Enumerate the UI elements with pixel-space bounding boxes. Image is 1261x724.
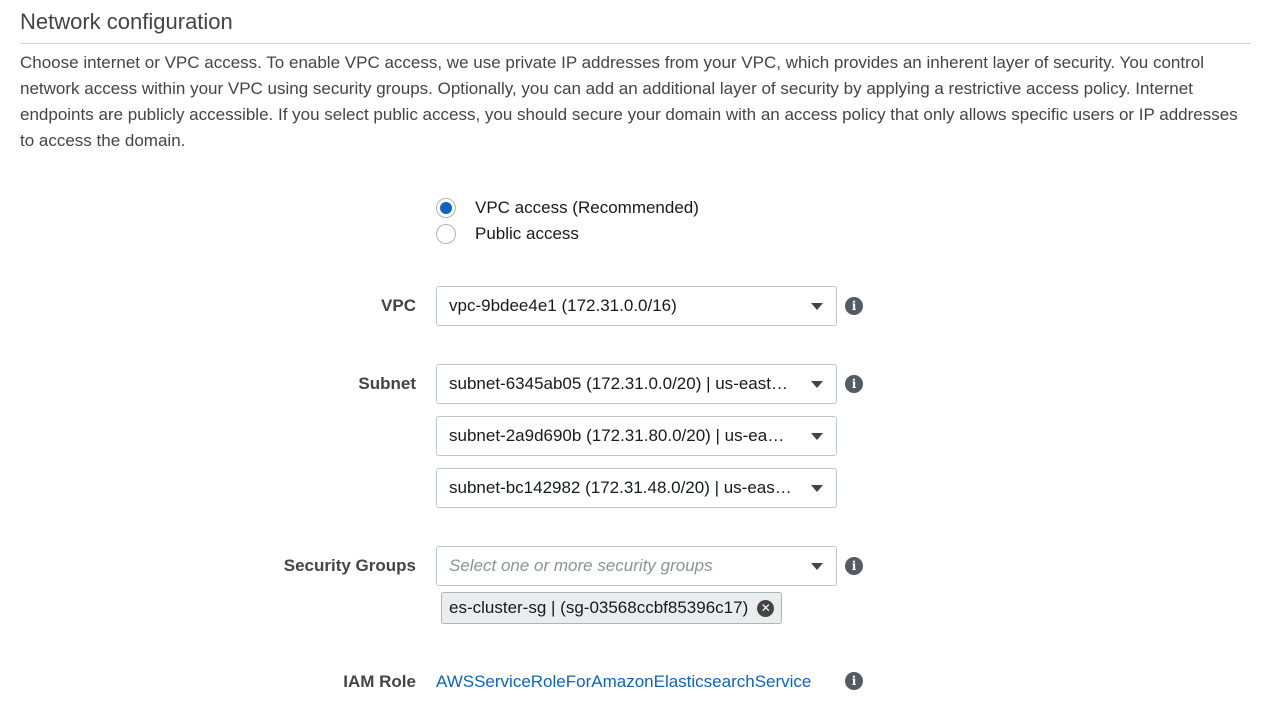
section-title: Network configuration bbox=[20, 9, 233, 34]
caret-down-icon bbox=[811, 563, 823, 570]
info-icon[interactable]: i bbox=[845, 672, 863, 690]
section-description: Choose internet or VPC access. To enable… bbox=[20, 53, 1238, 150]
subnet-select-3[interactable]: subnet-bc142982 (172.31.48.0/20) | us-ea… bbox=[436, 468, 837, 508]
info-icon[interactable]: i bbox=[845, 297, 863, 315]
info-icon[interactable]: i bbox=[845, 375, 863, 393]
subnet-select-2[interactable]: subnet-2a9d690b (172.31.80.0/20) | us-ea… bbox=[436, 416, 837, 456]
security-groups-select[interactable]: Select one or more security groups bbox=[436, 546, 837, 586]
caret-down-icon bbox=[811, 485, 823, 492]
info-icon[interactable]: i bbox=[845, 557, 863, 575]
security-groups-placeholder: Select one or more security groups bbox=[449, 556, 713, 575]
vpc-access-radio-button[interactable] bbox=[436, 198, 456, 218]
section-divider bbox=[20, 43, 1251, 44]
subnet-select-value: subnet-6345ab05 (172.31.0.0/20) | us-eas… bbox=[449, 374, 792, 393]
remove-token-icon[interactable]: ✕ bbox=[757, 599, 775, 617]
vpc-label: VPC bbox=[381, 296, 416, 315]
subnet-select-value: subnet-bc142982 (172.31.48.0/20) | us-ea… bbox=[449, 478, 792, 497]
public-access-radio-button[interactable] bbox=[436, 224, 456, 244]
caret-down-icon bbox=[811, 303, 823, 310]
caret-down-icon bbox=[811, 433, 823, 440]
subnet-label: Subnet bbox=[358, 374, 416, 393]
security-group-token-label: es-cluster-sg | (sg-03568ccbf85396c17) bbox=[449, 598, 749, 617]
caret-down-icon bbox=[811, 381, 823, 388]
vpc-access-radio[interactable]: VPC access (Recommended) bbox=[436, 197, 699, 219]
vpc-access-label: VPC access (Recommended) bbox=[475, 198, 699, 217]
subnet-select-1[interactable]: subnet-6345ab05 (172.31.0.0/20) | us-eas… bbox=[436, 364, 837, 404]
public-access-label: Public access bbox=[475, 224, 579, 243]
security-group-token: es-cluster-sg | (sg-03568ccbf85396c17) ✕ bbox=[441, 592, 783, 624]
iam-role-link[interactable]: AWSServiceRoleForAmazonElasticsearchServ… bbox=[436, 672, 811, 692]
subnet-select-value: subnet-2a9d690b (172.31.80.0/20) | us-ea… bbox=[449, 426, 792, 445]
security-groups-label: Security Groups bbox=[283, 556, 416, 575]
public-access-radio[interactable]: Public access bbox=[436, 223, 579, 245]
vpc-select[interactable]: vpc-9bdee4e1 (172.31.0.0/16) bbox=[436, 286, 837, 326]
vpc-select-value: vpc-9bdee4e1 (172.31.0.0/16) bbox=[449, 296, 677, 315]
iam-role-label: IAM Role bbox=[343, 672, 416, 691]
